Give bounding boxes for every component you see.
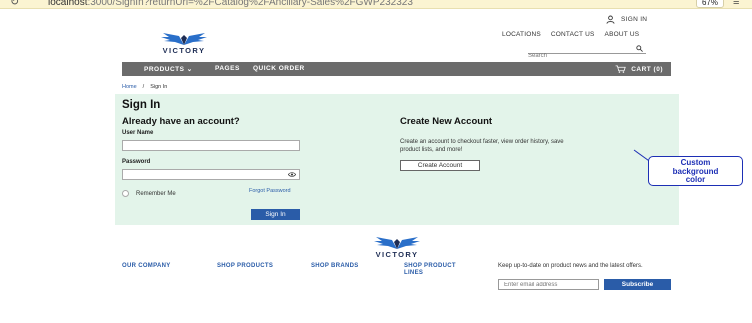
- remember-me-label: Remember Me: [136, 190, 176, 197]
- footer-product-lines-line2: LINES: [404, 270, 424, 276]
- signin-panel: Sign In Already have an account? User Na…: [115, 94, 679, 225]
- footer-shop-product-lines[interactable]: SHOP PRODUCT LINES: [404, 263, 456, 277]
- main-navigation: PRODUCTS ⌄ PAGES QUICK ORDER CART (0): [122, 62, 671, 76]
- newsletter-email-input[interactable]: [498, 279, 599, 290]
- utility-nav: LOCATIONS CONTACT US ABOUT US: [502, 31, 639, 38]
- nav-quick-order[interactable]: QUICK ORDER: [253, 65, 305, 72]
- page: SIGN IN VICTORY LOCATIONS CONTACT US ABO…: [0, 9, 752, 323]
- custom-background-callout: Custom background color: [648, 156, 743, 186]
- footer-our-company[interactable]: OUR COMPANY: [122, 263, 171, 270]
- subscribe-button[interactable]: Subscribe: [604, 279, 671, 290]
- wings-logo-icon: [161, 33, 207, 45]
- brand-logo[interactable]: VICTORY: [156, 32, 212, 55]
- breadcrumb-separator: /: [142, 84, 145, 90]
- brand-name: VICTORY: [162, 46, 206, 55]
- breadcrumb-home[interactable]: Home: [122, 84, 137, 90]
- cart-icon: [615, 65, 626, 73]
- create-account-button[interactable]: Create Account: [400, 160, 480, 171]
- callout-line-3: color: [685, 175, 706, 184]
- search-input[interactable]: [528, 53, 628, 59]
- user-icon: [606, 15, 615, 24]
- search-icon[interactable]: [636, 45, 643, 52]
- newsletter-text: Keep up-to-date on product news and the …: [498, 263, 643, 269]
- footer-product-lines-line1: SHOP PRODUCT: [404, 263, 456, 269]
- reload-icon[interactable]: ↻: [10, 0, 19, 8]
- create-account-description: Create an account to checkout faster, vi…: [400, 139, 564, 153]
- signin-button[interactable]: Sign In: [251, 209, 300, 220]
- footer-shop-brands[interactable]: SHOP BRANDS: [311, 263, 359, 270]
- url-field[interactable]: localhost:3000/SignIn?returnUrl=%2FCatal…: [48, 0, 413, 8]
- footer-brand-logo[interactable]: VICTORY: [368, 236, 426, 259]
- menu-icon[interactable]: ≡: [733, 0, 739, 8]
- url-host: localhost: [48, 0, 88, 8]
- nav-products[interactable]: PRODUCTS ⌄: [144, 65, 193, 73]
- breadcrumb-current: Sign In: [150, 84, 168, 90]
- nav-about-us[interactable]: ABOUT US: [605, 31, 640, 38]
- search-bar: [528, 44, 646, 59]
- password-label: Password: [122, 159, 151, 165]
- footer-wings-logo-icon: [374, 237, 420, 249]
- url-path: :3000/SignIn?returnUrl=%2FCatalog%2FAnci…: [87, 0, 413, 8]
- remember-me[interactable]: Remember Me: [122, 190, 176, 197]
- password-field[interactable]: [122, 169, 300, 180]
- nav-pages[interactable]: PAGES: [215, 65, 240, 72]
- cart-link[interactable]: CART (0): [615, 65, 663, 73]
- username-field[interactable]: [122, 140, 300, 151]
- remember-me-checkbox[interactable]: [122, 190, 129, 197]
- create-account-heading: Create New Account: [400, 116, 493, 127]
- show-password-icon[interactable]: [288, 171, 296, 178]
- username-label: User Name: [122, 130, 154, 136]
- breadcrumb: Home / Sign In: [122, 84, 167, 90]
- footer-brand-name: VICTORY: [375, 250, 419, 259]
- zoom-indicator[interactable]: 67%: [696, 0, 724, 8]
- existing-account-heading: Already have an account?: [122, 116, 240, 127]
- header-signin-link[interactable]: SIGN IN: [606, 15, 647, 24]
- forgot-password-link[interactable]: Forgot Password: [249, 188, 291, 194]
- header-signin-label: SIGN IN: [621, 16, 648, 23]
- nav-contact-us[interactable]: CONTACT US: [551, 31, 595, 38]
- cart-label: CART (0): [631, 65, 663, 73]
- browser-address-bar: ↻ localhost:3000/SignIn?returnUrl=%2FCat…: [0, 0, 752, 9]
- page-title: Sign In: [122, 99, 161, 111]
- footer-shop-products[interactable]: SHOP PRODUCTS: [217, 263, 273, 270]
- nav-locations[interactable]: LOCATIONS: [502, 31, 541, 38]
